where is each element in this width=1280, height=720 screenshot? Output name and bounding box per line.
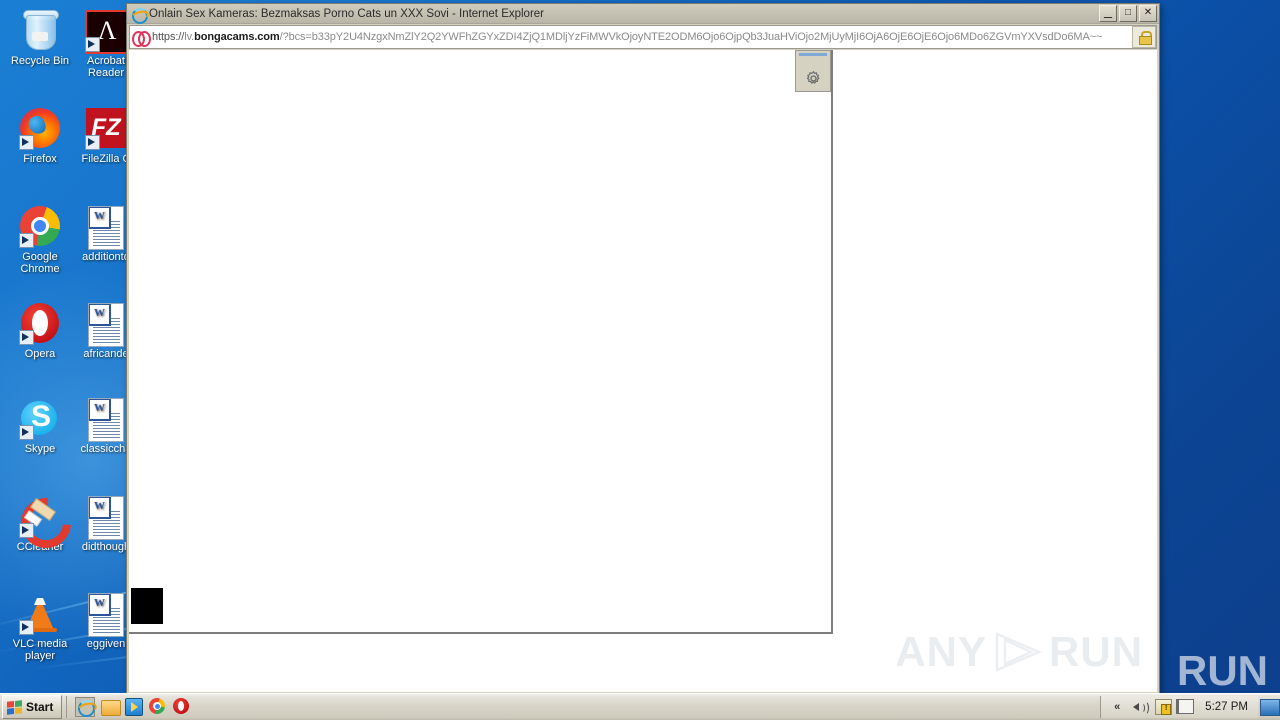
- desktop-icon-recycle-bin[interactable]: Recycle Bin: [4, 10, 76, 67]
- vlc-icon: [19, 593, 61, 635]
- bongacams-favicon: [132, 29, 151, 47]
- shortcut-arrow-icon: [85, 135, 100, 150]
- desktop-icon-firefox[interactable]: Firefox: [4, 108, 76, 165]
- word-doc-icon: W: [85, 496, 127, 540]
- secure-lock-icon[interactable]: [1132, 26, 1156, 48]
- shortcut-arrow-icon: [85, 37, 100, 52]
- recycle-bin-icon: [19, 10, 61, 52]
- maximize-button[interactable]: □: [1119, 5, 1137, 22]
- shortcut-arrow-icon: [19, 425, 34, 440]
- taskbar[interactable]: Start « 5:27 PM: [0, 693, 1280, 720]
- window-controls: _ □ ✕: [1099, 2, 1157, 22]
- quicklaunch-media-player[interactable]: [125, 698, 144, 716]
- quicklaunch-opera[interactable]: [173, 698, 191, 716]
- desktop-icon-vlc-media-player[interactable]: VLC media player: [4, 593, 76, 662]
- desktop-icon-label: Skype: [24, 443, 56, 455]
- windows-logo-icon: [7, 699, 22, 715]
- desktop-icon-label: Opera: [24, 348, 56, 360]
- internet-explorer-window[interactable]: Onlain Sex Kameras: Bezmaksas Porno Čats…: [126, 3, 1160, 695]
- shortcut-arrow-icon: [19, 330, 34, 345]
- firefox-icon: [19, 108, 61, 150]
- shortcut-arrow-icon: [19, 233, 34, 248]
- desktop-screen: Recycle Bin Λ Acrobat Reader Firefox FZ FileZ…: [0, 0, 1280, 720]
- anyrun-watermark-window: ANY RUN: [895, 630, 1143, 674]
- window-titlebar[interactable]: Onlain Sex Kameras: Bezmaksas Porno Čats…: [127, 2, 1159, 24]
- quicklaunch-google-chrome[interactable]: [149, 698, 167, 716]
- maximize-glyph: □: [1124, 7, 1132, 18]
- anyrun-watermark-desktop: RUN: [1177, 650, 1268, 692]
- desktop-icon-label: Recycle Bin: [10, 55, 70, 67]
- black-placeholder-block: [131, 588, 163, 624]
- url-host-prefix: lv.: [184, 31, 195, 43]
- watermark-run: RUN: [1049, 628, 1143, 675]
- shield-warning-icon[interactable]: [1155, 699, 1173, 715]
- internet-explorer-icon: [130, 7, 150, 24]
- ccleaner-icon: [10, 487, 82, 559]
- minimize-glyph: _: [1104, 2, 1112, 18]
- filezilla-icon: FZ: [85, 108, 127, 150]
- page-gear-toolbar[interactable]: [795, 50, 831, 92]
- page-content-frame[interactable]: [129, 50, 833, 634]
- url-host: bongacams.com: [194, 31, 280, 43]
- desktop-icon-google-chrome[interactable]: Google Chrome: [4, 206, 76, 275]
- anyrun-play-icon: [991, 630, 1045, 674]
- close-glyph: ✕: [1143, 7, 1153, 18]
- show-desktop-button[interactable]: [1260, 698, 1280, 716]
- word-doc-icon: W: [85, 398, 127, 442]
- word-doc-icon: W: [85, 593, 127, 637]
- window-title: Onlain Sex Kameras: Bezmaksas Porno Čats…: [149, 7, 545, 20]
- desktop-icon-ccleaner[interactable]: CCleaner: [4, 487, 82, 559]
- start-label: Start: [26, 700, 54, 714]
- watermark-any: ANY: [895, 628, 987, 675]
- desktop-icon-opera[interactable]: Opera: [4, 303, 76, 360]
- start-button[interactable]: Start: [2, 695, 63, 719]
- quick-launch-bar[interactable]: [66, 696, 199, 718]
- skype-icon: S: [19, 398, 61, 440]
- page-viewport[interactable]: ANY RUN: [129, 50, 1157, 692]
- flag-icon[interactable]: [1176, 699, 1195, 715]
- shortcut-arrow-icon: [19, 620, 34, 635]
- chevron-up-icon[interactable]: «: [1109, 699, 1125, 715]
- shortcut-arrow-icon: [19, 523, 34, 538]
- acrobat-icon: Λ: [85, 10, 129, 54]
- desktop-icon-skype[interactable]: S Skype: [4, 398, 76, 455]
- chrome-icon: [19, 206, 61, 248]
- minimize-button[interactable]: _: [1099, 2, 1117, 22]
- quicklaunch-windows-explorer[interactable]: [101, 698, 122, 716]
- system-tray[interactable]: « 5:27 PM: [1100, 696, 1258, 718]
- shortcut-arrow-icon: [19, 135, 34, 150]
- url-query: /?bcs=b33pY2U4NzgxNmZlY2Q2YWFhZGYxZDI4Zj…: [279, 31, 1103, 43]
- desktop-icon-label: Firefox: [23, 153, 57, 165]
- opera-icon: [19, 303, 61, 345]
- quicklaunch-internet-explorer[interactable]: [75, 697, 99, 717]
- word-doc-icon: W: [85, 206, 127, 250]
- address-bar[interactable]: https://lv.bongacams.com/?bcs=b33pY2U4Nz…: [129, 25, 1157, 49]
- speaker-icon[interactable]: [1132, 699, 1150, 715]
- word-doc-icon: W: [85, 303, 127, 347]
- close-button[interactable]: ✕: [1139, 5, 1157, 22]
- watermark-desktop-run: RUN: [1177, 647, 1268, 694]
- url-scheme: https://: [152, 31, 185, 43]
- address-bar-url[interactable]: https://lv.bongacams.com/?bcs=b33pY2U4Nz…: [152, 31, 1130, 43]
- desktop-icon-label: Google Chrome: [20, 251, 60, 275]
- gear-icon[interactable]: [805, 70, 822, 87]
- taskbar-clock[interactable]: 5:27 PM: [1201, 701, 1252, 713]
- desktop-icon-label: VLC media player: [12, 638, 68, 662]
- toolbar-accent-line: [799, 53, 827, 56]
